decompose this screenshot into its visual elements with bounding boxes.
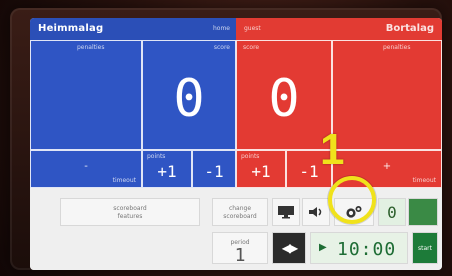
change-scoreboard-button[interactable]: change scoreboard [212, 198, 268, 226]
guest-header: guest Bortalag [236, 18, 442, 40]
guest-penalties-label: penalties [383, 44, 411, 51]
guest-timeout-caption: timeout [412, 177, 436, 184]
guest-header-tag: guest [244, 25, 261, 32]
timer-value: 10:00 [337, 239, 397, 260]
period-control[interactable]: period 1 [212, 232, 268, 266]
guest-penalties-panel[interactable]: penalties [332, 40, 442, 150]
monitor-button[interactable] [272, 198, 300, 226]
home-score-panel[interactable]: score 0 [142, 40, 236, 150]
secondary-counter[interactable]: 0 [378, 198, 406, 226]
start-label: start [418, 245, 432, 252]
guest-score-panel[interactable]: score 0 [236, 40, 332, 150]
change-scoreboard-label: change scoreboard [223, 205, 257, 220]
home-score: 0 [173, 69, 205, 129]
secondary-counter-value: 0 [387, 203, 397, 222]
control-bar: scoreboard features change scoreboard 0 … [30, 188, 442, 270]
home-timeout-button[interactable]: - timeout [30, 150, 142, 188]
home-minus-one-label: -1 [204, 162, 224, 181]
guest-score-label: score [243, 44, 260, 51]
speaker-icon [309, 207, 322, 217]
annotation-number: 1 [320, 125, 345, 174]
home-header-tag: home [212, 25, 230, 32]
scoreboard-screen: Heimmalag home guest Bortalag penalties … [30, 18, 442, 270]
game-timer[interactable]: ▶ 10:00 [310, 232, 408, 264]
guest-score: 0 [268, 69, 300, 129]
sound-button[interactable] [302, 198, 330, 226]
guest-team-name[interactable]: Bortalag [386, 18, 434, 40]
home-penalties-panel[interactable]: penalties [30, 40, 142, 150]
start-button[interactable]: start [412, 232, 438, 264]
home-header: Heimmalag home [30, 18, 236, 40]
guest-plus-one-label: +1 [251, 162, 271, 181]
home-plus-one-label: +1 [157, 162, 177, 181]
home-team-name[interactable]: Heimmalag [38, 18, 103, 40]
home-minus-one-button[interactable]: -1 [192, 150, 236, 188]
guest-points-label: points [241, 153, 260, 160]
photo-background: Heimmalag home guest Bortalag penalties … [0, 0, 452, 276]
play-icon: ▶ [319, 242, 327, 253]
guest-plus-one-button[interactable]: points +1 [236, 150, 286, 188]
home-points-label: points [147, 153, 166, 160]
guest-timeout-symbol: + [382, 161, 392, 172]
home-score-label: score [213, 44, 230, 51]
scoreboard-features-label: scoreboard features [113, 205, 147, 220]
period-value: 1 [234, 245, 246, 266]
scoreboard-features-button[interactable]: scoreboard features [60, 198, 200, 226]
monitor-icon [278, 206, 294, 219]
green-side-button[interactable] [408, 198, 438, 226]
home-timeout-symbol: - [84, 161, 88, 172]
annotation-ring [328, 176, 376, 224]
home-penalties-label: penalties [77, 44, 105, 51]
home-timeout-caption: timeout [112, 177, 136, 184]
swap-arrows-icon: ◀▶ [281, 241, 298, 255]
home-plus-one-button[interactable]: points +1 [142, 150, 192, 188]
swap-sides-button[interactable]: ◀▶ [272, 232, 306, 264]
